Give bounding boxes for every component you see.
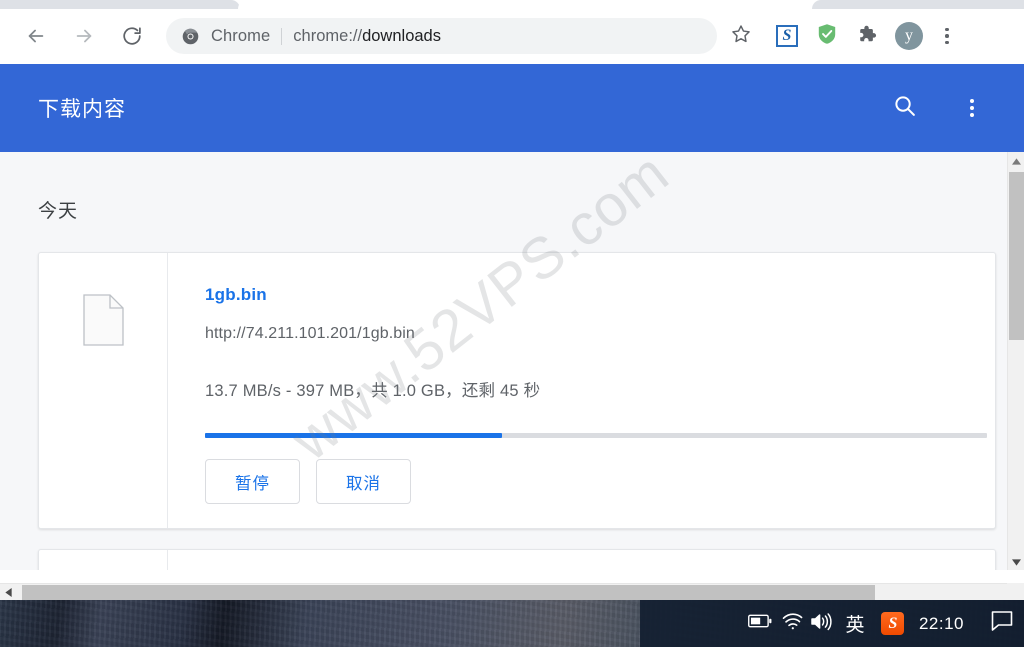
omnibox-chip-label: Chrome	[211, 26, 271, 45]
pause-button[interactable]: 暂停	[205, 459, 300, 504]
browser-toolbar: Chrome chrome://downloads S y	[0, 9, 1024, 64]
download-action-buttons: 暂停 取消	[205, 459, 411, 504]
downloads-menu-button[interactable]	[948, 84, 996, 132]
volume-tray-button[interactable]	[807, 600, 837, 647]
tab-active[interactable]	[238, 0, 814, 9]
battery-icon	[747, 614, 772, 633]
omnibox-divider	[281, 27, 283, 45]
scroll-up-button[interactable]	[1008, 152, 1024, 169]
profile-avatar-button[interactable]: y	[891, 18, 927, 54]
reload-icon	[121, 25, 143, 47]
tab-inactive-right[interactable]	[812, 0, 1024, 9]
download-item-row[interactable]: 1gb.bin http://74.211.101.201/1gb.bin 13…	[38, 252, 996, 529]
taskbar-clock[interactable]: 22:10	[913, 600, 980, 647]
bookmark-star-icon	[730, 23, 752, 50]
scrollbar-corner	[1007, 583, 1024, 600]
forward-arrow-icon	[73, 25, 95, 47]
reload-button[interactable]	[112, 16, 152, 56]
windows-taskbar: 英 S 22:10	[640, 600, 1024, 647]
download-file-icon-cell	[39, 550, 168, 570]
extensions-puzzle-icon	[856, 23, 878, 50]
battery-tray-button[interactable]	[743, 600, 777, 647]
chevron-down-icon	[1012, 553, 1021, 571]
download-progress-fill	[205, 433, 503, 438]
chrome-menu-button[interactable]	[929, 18, 965, 54]
scroll-down-button[interactable]	[1008, 553, 1024, 570]
downloads-search-button[interactable]	[880, 84, 928, 132]
extensions-button[interactable]	[849, 18, 885, 54]
sogou-ime-icon: S	[881, 612, 905, 635]
chevron-up-icon	[1012, 152, 1021, 170]
url-scheme: chrome://	[293, 26, 363, 45]
download-file-icon-cell	[39, 253, 168, 528]
downloads-list: 今天 1gb.bin http://74.211.101.201/1gb.bin…	[0, 152, 1007, 570]
wifi-icon	[781, 612, 803, 635]
notification-bubble-icon	[990, 610, 1014, 637]
adguard-extension-button[interactable]	[809, 18, 845, 54]
download-status-text: 13.7 MB/s - 397 MB，共 1.0 GB，还剩 45 秒	[205, 382, 541, 400]
page-title: 下载内容	[38, 98, 126, 121]
vertical-scrollbar-thumb[interactable]	[1009, 172, 1024, 340]
back-arrow-icon	[25, 25, 47, 47]
sogou-extension-icon: S	[776, 25, 798, 47]
horizontal-scrollbar-thumb[interactable]	[22, 585, 875, 600]
cancel-button[interactable]: 取消	[316, 459, 411, 504]
downloads-header-actions	[880, 84, 1024, 132]
section-header-today: 今天	[38, 201, 79, 222]
back-button[interactable]	[16, 16, 56, 56]
chrome-logo-icon	[182, 28, 199, 45]
download-progress-bar	[205, 433, 987, 438]
vertical-scrollbar[interactable]	[1007, 152, 1024, 570]
wifi-tray-button[interactable]	[777, 600, 807, 647]
tab-strip	[0, 0, 1024, 9]
ime-language-button[interactable]: 英	[837, 600, 873, 647]
file-document-icon	[82, 294, 124, 346]
download-file-name[interactable]: 1gb.bin	[205, 285, 267, 305]
sogou-ime-button[interactable]: S	[873, 600, 913, 647]
avatar: y	[895, 22, 923, 50]
url-path: downloads	[362, 26, 441, 45]
sogou-extension-button[interactable]: S	[769, 18, 805, 54]
browser-window: Chrome chrome://downloads S y 下载内容 今天 1g…	[0, 0, 1024, 647]
address-bar[interactable]: Chrome chrome://downloads	[166, 18, 717, 54]
search-icon	[892, 93, 917, 123]
adguard-shield-icon	[815, 22, 839, 51]
notification-center-button[interactable]	[980, 600, 1024, 647]
bookmark-star-button[interactable]	[723, 18, 759, 54]
more-vert-icon	[970, 99, 974, 117]
download-item-row[interactable]	[38, 549, 996, 570]
downloads-header: 下载内容	[0, 64, 1024, 152]
volume-icon	[810, 612, 834, 636]
tab-inactive-left[interactable]	[0, 0, 240, 9]
horizontal-scrollbar[interactable]	[0, 583, 1024, 600]
omnibox-url[interactable]: chrome://downloads	[293, 27, 441, 46]
scroll-left-button[interactable]	[0, 584, 17, 601]
download-source-url: http://74.211.101.201/1gb.bin	[205, 325, 415, 342]
chrome-menu-icon	[945, 27, 949, 45]
forward-button[interactable]	[64, 16, 104, 56]
chevron-left-icon	[5, 584, 12, 602]
